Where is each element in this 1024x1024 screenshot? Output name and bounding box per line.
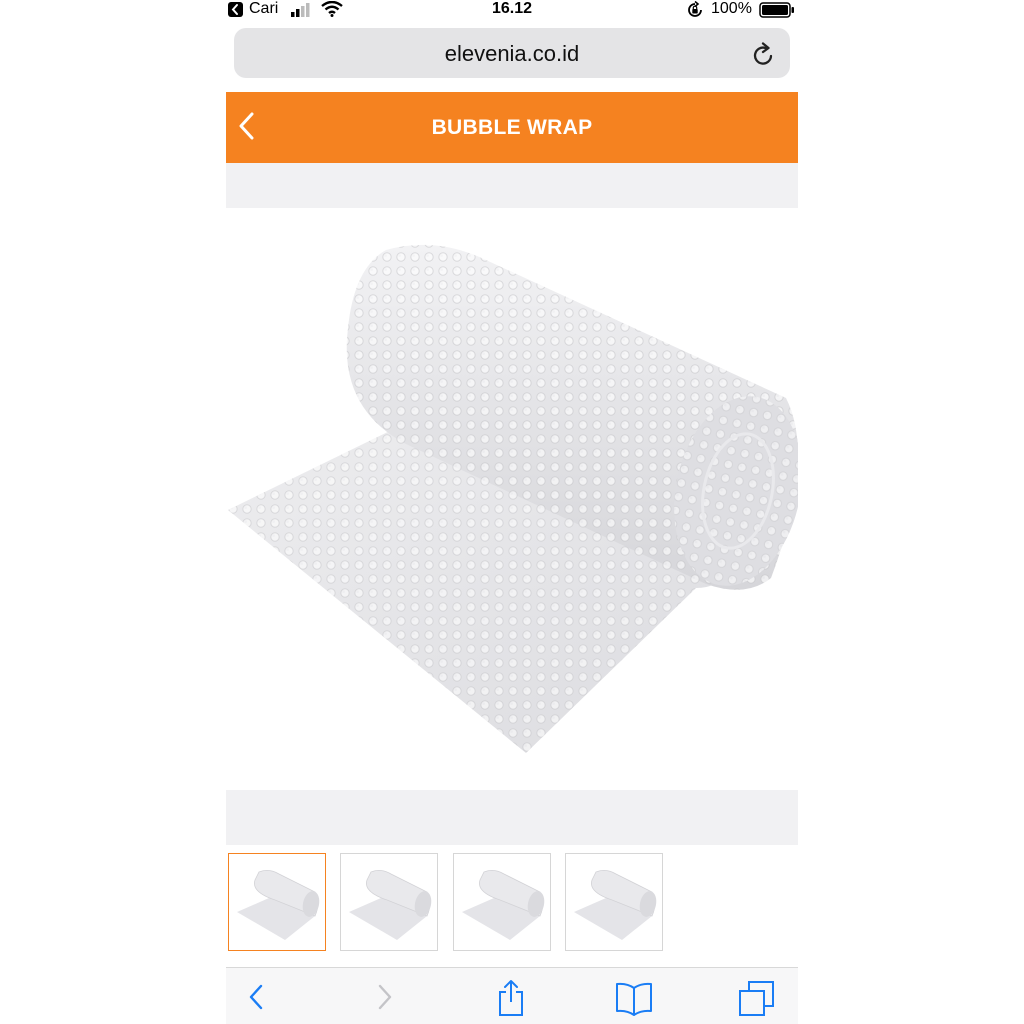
tabs-icon[interactable] (738, 980, 776, 1023)
thumbnail-1[interactable] (228, 853, 326, 951)
url-text[interactable]: elevenia.co.id (234, 41, 790, 67)
bookmarks-icon[interactable] (614, 980, 654, 1021)
phone-screen: Cari 16.12 100% elevenia.co.id BUBBLE WR… (226, 0, 798, 1024)
battery-icon (759, 2, 795, 23)
share-icon[interactable] (496, 978, 526, 1023)
battery-percent: 100% (711, 0, 752, 17)
thumbnail-strip (226, 845, 798, 967)
product-image[interactable] (226, 208, 798, 790)
gallery-top-spacer (226, 163, 798, 208)
page-header: BUBBLE WRAP (226, 92, 798, 163)
gallery-bottom-spacer (226, 790, 798, 845)
browser-toolbar (226, 967, 798, 1024)
forward-icon[interactable] (374, 982, 396, 1017)
orientation-lock-icon (686, 0, 704, 24)
back-icon[interactable] (246, 982, 268, 1017)
thumbnail-2[interactable] (340, 853, 438, 951)
thumbnail-4[interactable] (565, 853, 663, 951)
page-title: BUBBLE WRAP (431, 116, 593, 139)
reload-icon[interactable] (752, 41, 776, 72)
thumbnail-3[interactable] (453, 853, 551, 951)
status-bar: Cari 16.12 100% (226, 0, 798, 20)
address-bar[interactable]: elevenia.co.id (234, 28, 790, 78)
